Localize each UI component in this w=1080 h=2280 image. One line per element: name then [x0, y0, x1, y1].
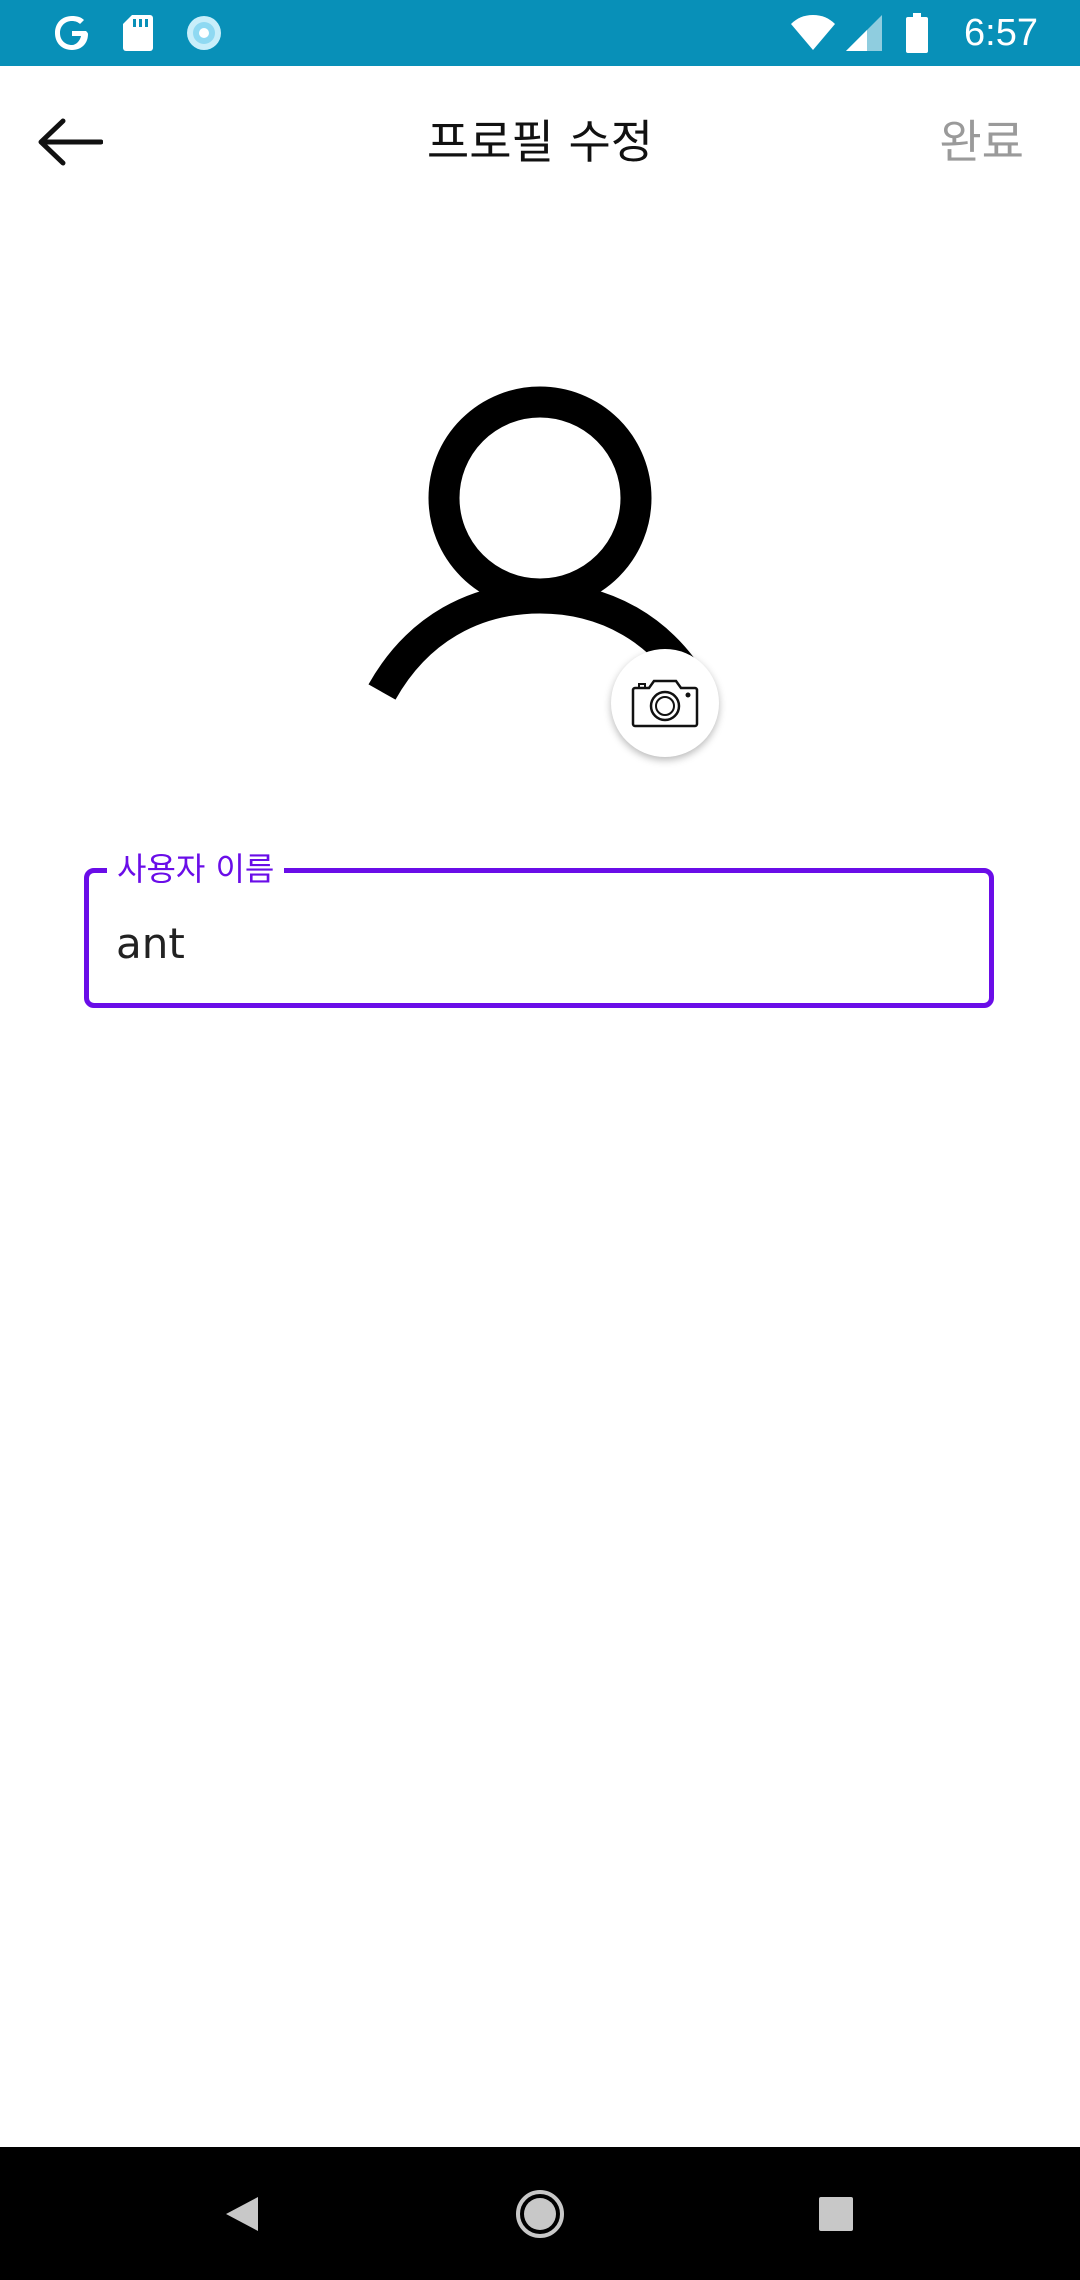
username-field[interactable]: 사용자 이름 — [84, 849, 994, 1008]
change-photo-button[interactable] — [611, 649, 719, 757]
back-button[interactable] — [30, 102, 110, 182]
sd-card-icon — [120, 0, 156, 66]
wifi-icon — [788, 0, 838, 66]
sync-icon — [184, 0, 224, 66]
page-title: 프로필 수정 — [426, 115, 654, 169]
recents-square-icon — [819, 2196, 853, 2231]
battery-icon — [904, 0, 930, 66]
signal-icon — [844, 0, 884, 66]
done-button[interactable]: 완료 — [939, 66, 1024, 218]
back-triangle-icon — [226, 2196, 258, 2231]
username-label: 사용자 이름 — [107, 849, 285, 889]
camera-icon — [631, 679, 699, 728]
home-circle-icon — [516, 2189, 564, 2238]
username-input[interactable] — [116, 913, 956, 973]
status-time: 6:57 — [964, 12, 1038, 54]
nav-home-button[interactable] — [480, 2147, 600, 2280]
edit-profile-screen: 6:57 프로필 수정 완료 사용자 이름 ant — [0, 0, 1080, 2280]
google-icon — [50, 0, 94, 66]
nav-recents-button[interactable] — [776, 2147, 896, 2280]
system-nav-bar — [0, 2147, 1080, 2280]
app-bar: 프로필 수정 완료 — [0, 66, 1080, 218]
arrow-left-icon — [38, 118, 103, 166]
nav-back-button[interactable] — [182, 2147, 302, 2280]
status-bar: 6:57 — [0, 0, 1080, 66]
